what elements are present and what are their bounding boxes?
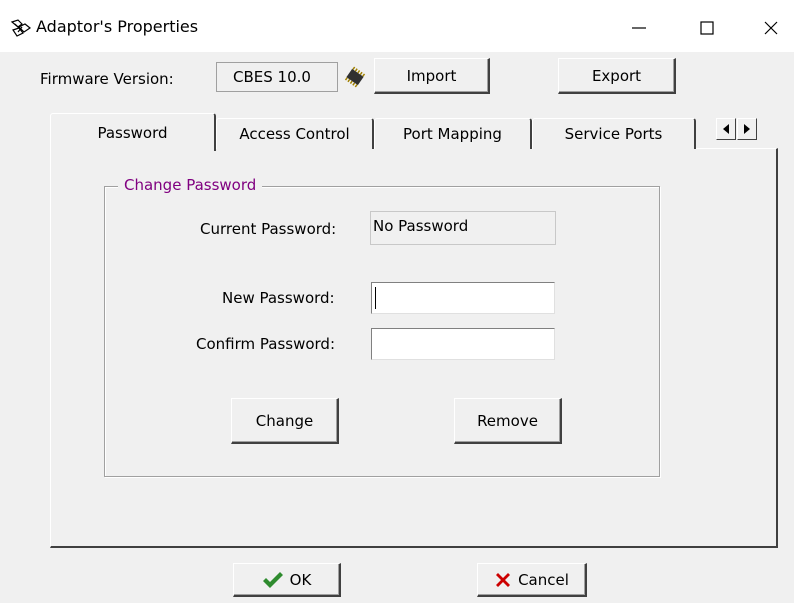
chip-icon[interactable] — [340, 66, 370, 88]
checkmark-icon — [262, 571, 283, 588]
tab-scroll-right-button[interactable] — [737, 118, 757, 140]
tab-access-control[interactable]: Access Control — [216, 118, 374, 149]
network-adaptor-icon — [10, 19, 32, 37]
x-mark-icon — [496, 572, 511, 587]
new-password-label: New Password: — [222, 289, 335, 307]
title-bar: Adaptor's Properties — [0, 0, 794, 52]
firmware-version-value: CBES 10.0 — [233, 68, 311, 86]
confirm-password-label: Confirm Password: — [196, 335, 336, 353]
tab-service-ports-label: Service Ports — [564, 125, 663, 143]
tab-port-mapping[interactable]: Port Mapping — [374, 118, 532, 149]
text-caret — [375, 287, 376, 309]
triangle-right-icon — [744, 124, 750, 134]
change-button-label: Change — [255, 411, 314, 430]
firmware-version-field: CBES 10.0 — [216, 62, 338, 92]
close-button[interactable] — [748, 8, 794, 48]
export-button[interactable]: Export — [558, 58, 676, 94]
export-button-label: Export — [591, 66, 642, 85]
triangle-left-icon — [723, 124, 729, 134]
confirm-password-input[interactable] — [371, 328, 555, 360]
tab-access-control-label: Access Control — [239, 125, 350, 143]
remove-button[interactable]: Remove — [454, 398, 562, 444]
tab-password[interactable]: Password — [50, 113, 216, 151]
current-password-label: Current Password: — [200, 220, 337, 238]
remove-button-label: Remove — [477, 411, 538, 430]
maximize-button[interactable] — [684, 8, 730, 48]
current-password-value: No Password — [373, 217, 469, 235]
cancel-button[interactable]: Cancel — [477, 563, 587, 597]
minimize-icon — [632, 27, 646, 29]
cancel-button-label: Cancel — [518, 570, 569, 589]
ok-button-label: OK — [289, 570, 312, 589]
maximize-icon — [700, 21, 714, 35]
change-button[interactable]: Change — [231, 398, 339, 444]
change-password-legend: Change Password — [118, 176, 263, 194]
window-title: Adaptor's Properties — [36, 17, 199, 36]
new-password-input[interactable] — [371, 282, 555, 314]
import-button-label: Import — [406, 66, 457, 85]
firmware-label: Firmware Version: — [40, 70, 174, 88]
minimize-button[interactable] — [616, 8, 662, 48]
current-password-display: No Password — [370, 211, 556, 245]
tab-service-ports[interactable]: Service Ports — [532, 118, 696, 149]
import-button[interactable]: Import — [374, 58, 490, 94]
tab-scroll-left-button[interactable] — [716, 118, 736, 140]
tab-password-label: Password — [97, 123, 168, 142]
close-icon — [764, 21, 778, 35]
tab-port-mapping-label: Port Mapping — [403, 125, 502, 143]
ok-button[interactable]: OK — [233, 563, 341, 597]
